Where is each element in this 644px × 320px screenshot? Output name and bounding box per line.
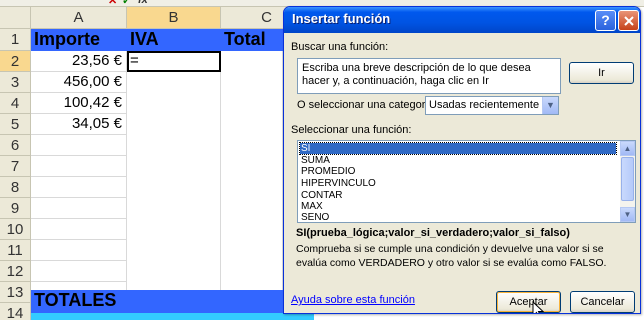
select-all-corner[interactable] xyxy=(0,7,31,29)
row-header-13[interactable]: 13 xyxy=(0,282,31,303)
insert-function-dialog: Insertar función ? Buscar una función: E… xyxy=(283,6,641,314)
cancel-button[interactable]: Cancelar xyxy=(570,291,635,313)
row-header-5[interactable]: 5 xyxy=(0,114,31,135)
grid-cell[interactable] xyxy=(31,135,127,156)
row-header-3[interactable]: 3 xyxy=(0,72,31,93)
function-list[interactable]: SI SUMA PROMEDIO HIPERVINCULO CONTAR MAX… xyxy=(297,140,636,223)
cell-a1[interactable]: Importe xyxy=(31,29,127,51)
column-header-a[interactable]: A xyxy=(31,7,127,29)
cell-a2[interactable]: 23,56 € xyxy=(31,51,127,72)
row-header-12[interactable]: 12 xyxy=(0,261,31,282)
function-list-scrollbar[interactable]: ▲ ▼ xyxy=(620,141,635,222)
chevron-down-icon[interactable]: ▼ xyxy=(542,97,558,114)
grid-cell[interactable] xyxy=(31,261,127,282)
function-item-suma[interactable]: SUMA xyxy=(300,155,616,166)
function-item-promedio[interactable]: PROMEDIO xyxy=(300,166,616,177)
grid-cell[interactable] xyxy=(31,240,127,261)
row-header-10[interactable]: 10 xyxy=(0,219,31,240)
close-button[interactable] xyxy=(618,10,639,31)
row-header-1[interactable]: 1 xyxy=(0,29,31,51)
dialog-body: Buscar una función: Escriba una breve de… xyxy=(287,33,637,313)
function-item-contar[interactable]: CONTAR xyxy=(300,190,616,201)
active-cell-b2[interactable]: = xyxy=(127,51,221,72)
search-input[interactable]: Escriba una breve descripción de lo que … xyxy=(297,58,561,94)
function-item-si[interactable]: SI xyxy=(299,142,617,155)
grid-column-b[interactable] xyxy=(127,72,221,303)
function-label: Seleccionar una función: xyxy=(291,124,412,136)
scroll-thumb[interactable] xyxy=(621,157,634,201)
go-button[interactable]: Ir xyxy=(569,62,634,84)
help-link[interactable]: Ayuda sobre esta función xyxy=(291,294,415,306)
cell-a5[interactable]: 34,05 € xyxy=(31,114,127,135)
search-label: Buscar una función: xyxy=(291,41,389,53)
category-label: O seleccionar una categoría: xyxy=(297,99,438,111)
row-header-11[interactable]: 11 xyxy=(0,240,31,261)
row-header-4[interactable]: 4 xyxy=(0,93,31,114)
ok-button[interactable]: Aceptar xyxy=(496,291,561,313)
grid-cell[interactable] xyxy=(31,177,127,198)
cell-a3[interactable]: 456,00 € xyxy=(31,72,127,93)
dialog-titlebar[interactable]: Insertar función ? xyxy=(284,7,640,33)
row-header-2[interactable]: 2 xyxy=(0,51,31,72)
totals-row-label[interactable]: TOTALES xyxy=(31,290,283,313)
dialog-title: Insertar función xyxy=(292,11,391,26)
row-header-6[interactable]: 6 xyxy=(0,135,31,156)
category-value: Usadas recientemente xyxy=(429,99,540,111)
grid-column-c[interactable] xyxy=(221,51,283,303)
scroll-down-icon[interactable]: ▼ xyxy=(620,207,635,222)
cell-b1[interactable]: IVA xyxy=(127,29,221,51)
function-description: Comprueba si se cumple una condición y d… xyxy=(296,243,607,269)
grid-cell[interactable] xyxy=(31,219,127,240)
close-icon xyxy=(623,16,634,26)
row-header-7[interactable]: 7 xyxy=(0,156,31,177)
function-item-hipervinculo[interactable]: HIPERVINCULO xyxy=(300,178,616,189)
cancel-icon[interactable]: ✕ xyxy=(108,0,117,6)
column-header-b[interactable]: B xyxy=(127,7,221,29)
row-15-fill xyxy=(31,313,314,320)
fx-icon[interactable]: fx xyxy=(138,0,148,6)
grid-cell[interactable] xyxy=(31,198,127,219)
grid-cell[interactable] xyxy=(31,156,127,177)
enter-icon[interactable]: ✓ xyxy=(122,0,131,6)
cell-c1[interactable]: Total xyxy=(221,29,283,51)
scroll-up-icon[interactable]: ▲ xyxy=(620,141,635,156)
row-header-9[interactable]: 9 xyxy=(0,198,31,219)
function-syntax: SI(prueba_lógica;valor_si_verdadero;valo… xyxy=(296,227,570,239)
mouse-pointer-icon xyxy=(532,301,544,313)
row-header-14[interactable]: 14 xyxy=(0,303,31,320)
row-header-8[interactable]: 8 xyxy=(0,177,31,198)
function-item-max[interactable]: MAX xyxy=(300,201,616,212)
category-select[interactable]: Usadas recientemente ▼ xyxy=(425,96,559,115)
help-button[interactable]: ? xyxy=(595,10,616,31)
function-item-seno[interactable]: SENO xyxy=(300,212,616,222)
cell-a4[interactable]: 100,42 € xyxy=(31,93,127,114)
